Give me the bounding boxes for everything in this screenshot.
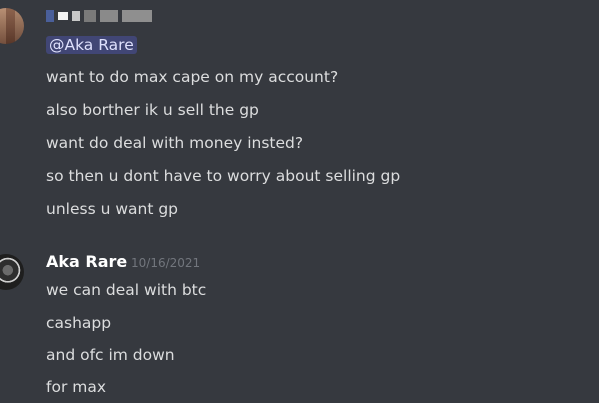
message-line: cashapp [46,314,112,332]
message-line: we can deal with btc [46,281,207,299]
avatar[interactable] [0,254,24,290]
message-line: for max [46,378,107,396]
message-timestamp: 10/16/2021 [131,256,201,270]
message-line: and ofc im down [46,346,175,364]
author-name[interactable]: Aka Rare [46,251,127,273]
message-group-2: Aka Rare 10/16/2021 we can deal with btc… [0,0,599,403]
